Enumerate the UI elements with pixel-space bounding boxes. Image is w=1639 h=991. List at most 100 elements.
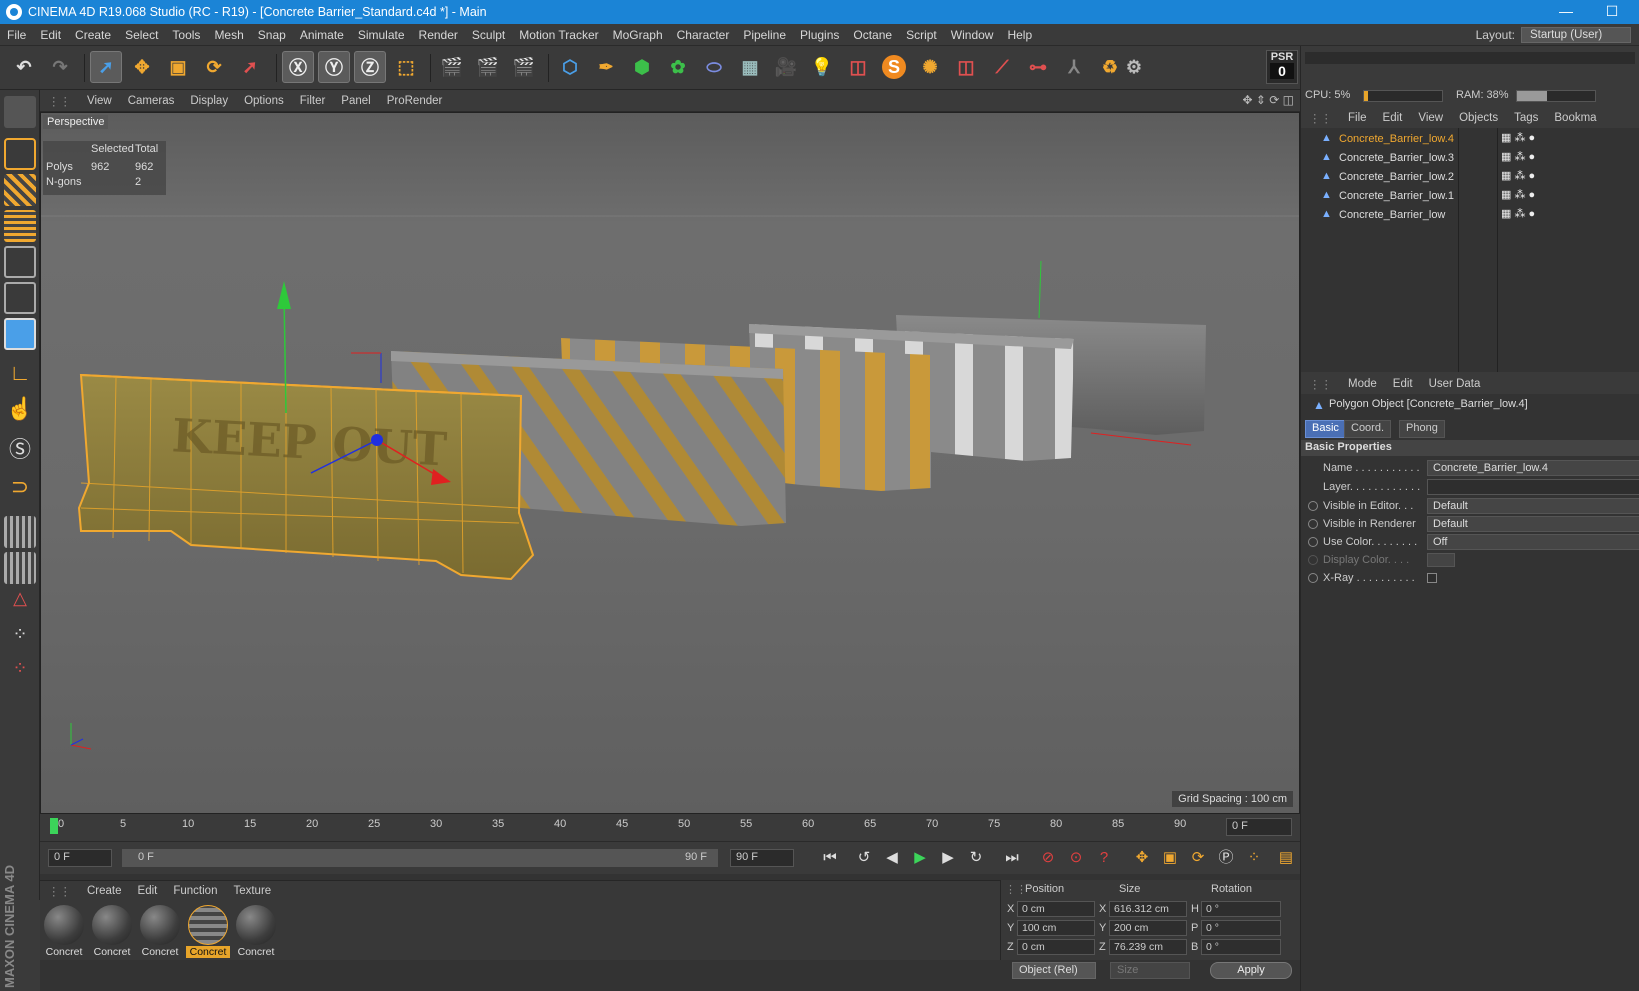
material-tag-icon[interactable]: ▦ ⁂ ● (1501, 150, 1535, 163)
material-menu-texture[interactable]: Texture (225, 885, 279, 897)
menu-render[interactable]: Render (412, 28, 465, 42)
menu-script[interactable]: Script (899, 28, 944, 42)
end-frame-field[interactable]: 90 F (730, 849, 794, 867)
coordinate-mode-dropdown[interactable]: Object (Rel) (1012, 962, 1096, 979)
current-frame-field[interactable]: 0 F (1226, 818, 1292, 836)
key-position-icon[interactable]: ✥ (1130, 847, 1154, 871)
menu-mograph[interactable]: MoGraph (606, 28, 670, 42)
pen-spline-icon[interactable]: ✒ (590, 51, 622, 83)
attribute-menu-edit[interactable]: Edit (1385, 378, 1421, 390)
workplane-mode-icon[interactable] (4, 210, 36, 242)
menu-character[interactable]: Character (670, 28, 737, 42)
menu-help[interactable]: Help (1000, 28, 1039, 42)
object-menu-view[interactable]: View (1410, 112, 1451, 124)
object-menu-tags[interactable]: Tags (1506, 112, 1546, 124)
snap-magnet-icon[interactable]: ⊃ (4, 474, 36, 506)
material-tag-icon[interactable]: ▦ ⁂ ● (1501, 207, 1535, 220)
y-axis-lock-icon[interactable]: Ⓨ (318, 51, 350, 83)
render-picture-viewer-icon[interactable]: 🎬 (472, 51, 504, 83)
material-tag-icon[interactable]: ▦ ⁂ ● (1501, 131, 1535, 144)
next-frame-icon[interactable]: ▶ (936, 847, 960, 871)
model-mode-icon[interactable] (4, 138, 36, 170)
layout-dropdown[interactable]: Startup (User) (1521, 27, 1631, 43)
size-mode-dropdown[interactable]: Size (1110, 962, 1190, 979)
material-swatch[interactable]: Concret (42, 905, 86, 959)
solo-mode-icon[interactable]: Ⓢ (4, 432, 36, 464)
display-color-swatch[interactable] (1427, 553, 1455, 567)
barrier-low-4-selected[interactable]: KEEP OUT (77, 373, 535, 581)
next-key-icon[interactable]: ↻ (964, 847, 988, 871)
material-menu-function[interactable]: Function (165, 885, 225, 897)
octane-s-icon[interactable]: S (878, 51, 910, 83)
visible-in-editor-dropdown[interactable]: Default (1427, 498, 1639, 514)
redo-icon[interactable]: ↷ (44, 51, 76, 83)
viewport-menu-cameras[interactable]: Cameras (120, 95, 183, 107)
key-scale-icon[interactable]: ▣ (1158, 847, 1182, 871)
animate-radio[interactable] (1308, 501, 1318, 511)
x-axis-lock-icon[interactable]: Ⓧ (282, 51, 314, 83)
z-axis-lock-icon[interactable]: Ⓩ (354, 51, 386, 83)
position-x-field[interactable]: 0 cm (1017, 901, 1095, 917)
material-menu-edit[interactable]: Edit (130, 885, 166, 897)
size-z-field[interactable]: 76.239 cm (1109, 939, 1187, 955)
timeline-window-icon[interactable]: ▤ (1274, 847, 1298, 871)
layer-field[interactable] (1427, 479, 1639, 495)
toolbar-gear-icon[interactable]: ⚙ (1124, 51, 1144, 83)
menu-octane[interactable]: Octane (846, 28, 899, 42)
visible-in-renderer-dropdown[interactable]: Default (1427, 516, 1639, 532)
rotation-h-field[interactable]: 0 ° (1201, 901, 1281, 917)
undo-icon[interactable]: ↶ (8, 51, 40, 83)
previous-frame-icon[interactable]: ◀ (880, 847, 904, 871)
position-y-field[interactable]: 100 cm (1017, 920, 1095, 936)
octane-settings-icon[interactable]: ✺ (914, 51, 946, 83)
light-icon[interactable]: 💡 (806, 51, 838, 83)
go-to-start-icon[interactable]: ⏮ (818, 847, 842, 871)
rotation-p-field[interactable]: 0 ° (1201, 920, 1281, 936)
menu-select[interactable]: Select (118, 28, 165, 42)
menu-create[interactable]: Create (68, 28, 118, 42)
scale-icon[interactable]: ▣ (162, 51, 194, 83)
texture-mode-icon[interactable] (4, 174, 36, 206)
menu-tools[interactable]: Tools (165, 28, 207, 42)
quantize-icon[interactable]: △ (4, 588, 36, 620)
menu-simulate[interactable]: Simulate (351, 28, 412, 42)
xray-checkbox[interactable] (1427, 573, 1437, 583)
camera-icon[interactable]: 🎥 (770, 51, 802, 83)
material-swatch[interactable]: Concret (138, 905, 182, 959)
material-tag-icon[interactable]: ▦ ⁂ ● (1501, 169, 1535, 182)
render-view-icon[interactable]: 🎬 (436, 51, 468, 83)
autokey-icon[interactable]: ⊙ (1064, 847, 1088, 871)
menu-pipeline[interactable]: Pipeline (736, 28, 793, 42)
go-to-end-icon[interactable]: ⏭ (1000, 847, 1024, 871)
object-menu-file[interactable]: File (1340, 112, 1375, 124)
menu-edit[interactable]: Edit (33, 28, 68, 42)
size-x-field[interactable]: 616.312 cm (1109, 901, 1187, 917)
live-selection-icon[interactable]: ➚ (90, 51, 122, 83)
apply-button[interactable]: Apply (1210, 962, 1292, 979)
coordinate-system-icon[interactable]: ⬚ (390, 51, 422, 83)
object-menu-objects[interactable]: Objects (1451, 112, 1506, 124)
object-menu-bookmarks[interactable]: Bookma (1546, 112, 1604, 124)
knife-icon[interactable]: ⟋ (986, 51, 1018, 83)
polygons-mode-icon[interactable] (4, 318, 36, 350)
viewport-nav-icons[interactable]: ✥ ⇕ ⟳ ◫ (1242, 93, 1294, 107)
workplane-lock-icon[interactable] (4, 516, 36, 548)
menu-window[interactable]: Window (944, 28, 1001, 42)
tab-phong[interactable]: Phong (1399, 420, 1445, 438)
playhead[interactable] (50, 818, 58, 834)
viewport-menu-view[interactable]: View (79, 95, 120, 107)
preview-range-slider[interactable]: 0 F 90 F (122, 849, 718, 867)
floor-icon[interactable]: ▦ (734, 51, 766, 83)
tab-coord[interactable]: Coord. (1344, 420, 1392, 438)
key-parameter-icon[interactable]: Ⓟ (1214, 847, 1238, 871)
material-tag-icon[interactable]: ▦ ⁂ ● (1501, 188, 1535, 201)
xpresso-icon[interactable]: ◫ (842, 51, 874, 83)
position-z-field[interactable]: 0 cm (1017, 939, 1095, 955)
recent-tool-icon[interactable]: ➚ (234, 51, 266, 83)
viewport-menu-filter[interactable]: Filter (292, 95, 334, 107)
play-icon[interactable]: ▶ (908, 847, 932, 871)
octane-live-viewer-icon[interactable]: ◫ (950, 51, 982, 83)
connect-objects-icon[interactable]: ⊶ (1022, 51, 1054, 83)
menu-file[interactable]: File (0, 28, 33, 42)
menu-motion-tracker[interactable]: Motion Tracker (512, 28, 605, 42)
